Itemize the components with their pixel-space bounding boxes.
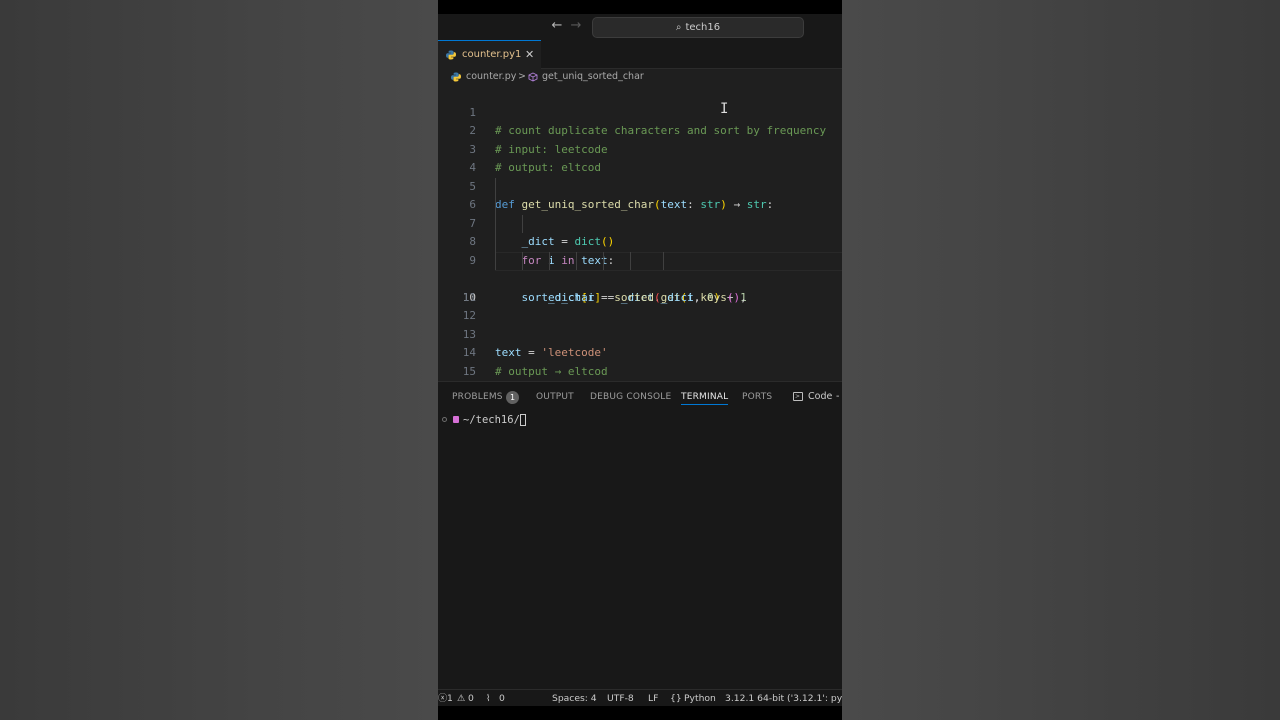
terminal-icon: > (793, 392, 803, 401)
language-mode[interactable]: Python (684, 690, 716, 707)
terminal-name[interactable]: Code (808, 382, 832, 412)
indent-guide (495, 177, 496, 196)
code-line: 4 (438, 141, 842, 174)
tab-ports[interactable]: PORTS (742, 382, 772, 412)
command-status-icon (442, 417, 447, 422)
terminal-prompt[interactable]: ~/tech16/ (438, 411, 842, 429)
search-text: tech16 (685, 22, 721, 33)
vscode-window: ← → ⌕ tech16 counter.py 1 ✕ counter.py > … (438, 0, 842, 720)
tab-label: counter.py (462, 49, 516, 60)
tab-output[interactable]: OUTPUT (536, 382, 574, 412)
indentation-status[interactable]: Spaces: 4 (552, 690, 597, 707)
tab-problem-count: 1 (515, 49, 522, 60)
indent-guide (495, 233, 496, 252)
python-file-icon (446, 50, 456, 60)
code-line: 12 (438, 289, 842, 322)
code-line: 3 # output: eltcod (438, 122, 842, 175)
ports-icon: ⌇ (486, 693, 491, 704)
tab-counter-py[interactable]: counter.py 1 ✕ (438, 40, 541, 69)
bottom-panel: PROBLEMS 1 OUTPUT DEBUG CONSOLE TERMINAL… (438, 381, 842, 690)
indent-guide (603, 251, 604, 270)
tab-debug-console[interactable]: DEBUG CONSOLE (590, 382, 671, 412)
error-count[interactable]: 1 (447, 690, 453, 707)
warning-count[interactable]: 0 (468, 690, 474, 707)
code-line: 15 print(get_uniq_sorted_char(text)) (438, 344, 842, 397)
indent-guide (495, 251, 496, 270)
bottom-black-strip (438, 706, 842, 720)
code-line: 2 # input: leetcode (438, 104, 842, 156)
problems-badge: 1 (506, 391, 519, 404)
status-bar: ⓧ 1 ⚠ 0 ⌇ 0 Spaces: 4 UTF-8 LF {} Python… (438, 689, 842, 707)
breadcrumb-file[interactable]: counter.py (466, 68, 516, 86)
indent-guide (576, 251, 577, 270)
python-interpreter[interactable]: 3.12.1 64-bit ('3.12.1': pye (725, 690, 842, 707)
command-center-search[interactable]: ⌕ tech16 (592, 17, 804, 38)
indent-guide (630, 251, 631, 270)
top-black-strip (438, 0, 842, 14)
python-file-icon (451, 72, 461, 82)
title-bar: ← → ⌕ tech16 (438, 0, 842, 40)
terminal-dash: - (836, 391, 840, 402)
code-line: 14 # output → eltcod (438, 326, 842, 378)
indent-guide (522, 251, 523, 270)
breadcrumb: counter.py > get_uniq_sorted_char (438, 68, 842, 86)
code-line: 8 _dict[i] = _dict.get(i, 0) + 1 (438, 214, 842, 304)
prompt-path: ~/tech16/ (463, 414, 520, 426)
error-icon: ⓧ (438, 693, 448, 704)
code-line: 16 (438, 363, 842, 396)
encoding-status[interactable]: UTF-8 (607, 690, 634, 707)
editor-tab-bar: counter.py 1 ✕ (438, 40, 842, 69)
code-line: 13 text = 'leetcode' (438, 307, 842, 360)
eol-status[interactable]: LF (648, 690, 658, 707)
method-cube-icon (528, 72, 538, 82)
breadcrumb-symbol[interactable]: get_uniq_sorted_char (542, 68, 644, 86)
code-line: 6 _dict = dict() (438, 177, 842, 248)
language-braces-icon: {} (670, 693, 682, 704)
code-line: 9 sorted_char = sorted(_dict.keys(), (438, 233, 842, 304)
current-line-highlight (495, 251, 842, 271)
tab-problems[interactable]: PROBLEMS (452, 382, 503, 412)
video-background-right (842, 0, 1280, 720)
breadcrumb-separator: > (518, 71, 526, 82)
shell-prompt-icon (453, 416, 459, 423)
close-icon[interactable]: ✕ (525, 41, 534, 69)
mouse-ibeam-cursor-icon: I (720, 101, 729, 117)
terminal-cursor (520, 414, 526, 426)
code-line: 7 for i in text: (438, 196, 842, 267)
code-line-active: 10 key=lambda key: _dict[key] (438, 251, 842, 452)
indent-guide (495, 196, 496, 215)
indent-guide (495, 214, 496, 233)
indent-guide (663, 251, 664, 270)
tab-terminal[interactable]: TERMINAL (681, 382, 729, 405)
warning-icon: ⚠ (457, 693, 466, 704)
code-line: 1 # count duplicate characters and sort … (438, 85, 842, 138)
search-icon: ⌕ (675, 22, 682, 33)
code-line: 5 def get_uniq_sorted_char(text: str) → … (438, 159, 842, 212)
code-line: 11 (438, 270, 842, 304)
code-editor[interactable]: 1 # count duplicate characters and sort … (438, 85, 842, 452)
arrow-right-icon[interactable]: → (568, 18, 584, 34)
arrow-left-icon[interactable]: ← (549, 18, 565, 34)
ports-count[interactable]: 0 (499, 690, 505, 707)
indent-guide (549, 251, 550, 270)
video-background-left (0, 0, 438, 720)
indent-guide (522, 214, 523, 233)
